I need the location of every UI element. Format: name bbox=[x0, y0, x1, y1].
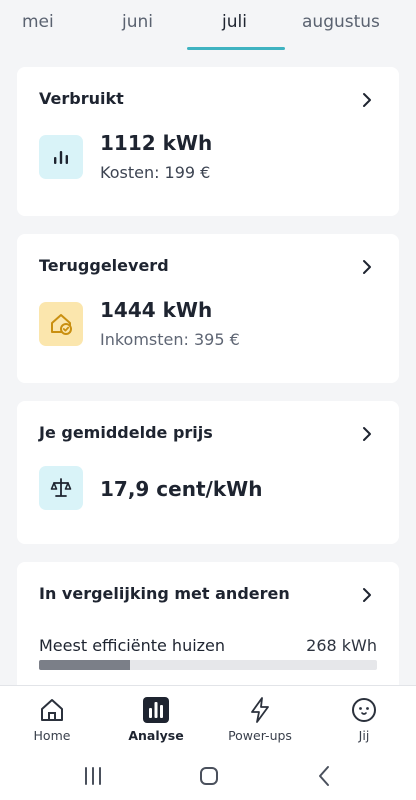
consumed-card[interactable]: Verbruikt 1112 kWh Kosten: 199 € bbox=[17, 67, 399, 216]
returned-income: Inkomsten: 395 € bbox=[100, 330, 240, 349]
lightning-icon bbox=[251, 697, 269, 723]
month-tabs: mei juni juli augustus bbox=[0, 0, 416, 50]
analysis-icon bbox=[143, 697, 169, 723]
bottom-navigation: Home Analyse Power-ups Jij bbox=[0, 685, 416, 800]
home-button-icon[interactable] bbox=[196, 763, 222, 789]
system-navigation-bar bbox=[0, 753, 416, 800]
nav-analyse[interactable]: Analyse bbox=[108, 696, 204, 743]
consumed-cost: Kosten: 199 € bbox=[100, 163, 211, 182]
tab-month-augustus[interactable]: augustus bbox=[302, 12, 380, 32]
average-price-value: 17,9 cent/kWh bbox=[100, 477, 263, 501]
tab-month-juni[interactable]: juni bbox=[122, 12, 153, 32]
average-price-title: Je gemiddelde prijs bbox=[39, 423, 213, 442]
consumed-value: 1112 kWh bbox=[100, 131, 213, 155]
returned-card[interactable]: Teruggeleverd 1444 kWh Inkomsten: 395 € bbox=[17, 234, 399, 383]
chevron-right-icon bbox=[363, 93, 371, 107]
returned-value: 1444 kWh bbox=[100, 298, 213, 322]
recent-apps-icon[interactable] bbox=[80, 763, 106, 789]
chevron-right-icon bbox=[363, 427, 371, 441]
chevron-right-icon bbox=[363, 588, 371, 602]
nav-home-label: Home bbox=[33, 728, 71, 743]
back-icon[interactable] bbox=[312, 763, 338, 789]
consumed-title: Verbruikt bbox=[39, 89, 124, 108]
tab-month-mei[interactable]: mei bbox=[22, 12, 54, 32]
home-icon bbox=[41, 699, 63, 721]
efficient-homes-bar-fill bbox=[39, 660, 131, 670]
nav-analyse-label: Analyse bbox=[128, 728, 184, 743]
scale-icon bbox=[39, 466, 83, 510]
nav-jij-label: Jij bbox=[358, 728, 370, 743]
profile-face-icon bbox=[352, 698, 376, 722]
comparison-card[interactable]: In vergelijking met anderen Meest effici… bbox=[17, 562, 399, 702]
nav-power-ups-label: Power-ups bbox=[228, 728, 292, 743]
nav-power-ups[interactable]: Power-ups bbox=[212, 696, 308, 743]
nav-home[interactable]: Home bbox=[4, 696, 100, 743]
active-tab-indicator bbox=[187, 47, 285, 50]
average-price-card[interactable]: Je gemiddelde prijs 17,9 cent/kWh bbox=[17, 401, 399, 544]
efficient-homes-value: 268 kWh bbox=[306, 636, 377, 655]
bar-chart-icon bbox=[39, 135, 83, 179]
chevron-right-icon bbox=[363, 260, 371, 274]
tab-month-juli[interactable]: juli bbox=[222, 12, 247, 32]
house-return-icon bbox=[39, 302, 83, 346]
efficient-homes-bar bbox=[39, 660, 377, 670]
nav-jij[interactable]: Jij bbox=[316, 696, 412, 743]
comparison-title: In vergelijking met anderen bbox=[39, 584, 290, 603]
efficient-homes-label: Meest efficiënte huizen bbox=[39, 636, 226, 655]
returned-title: Teruggeleverd bbox=[39, 256, 169, 275]
